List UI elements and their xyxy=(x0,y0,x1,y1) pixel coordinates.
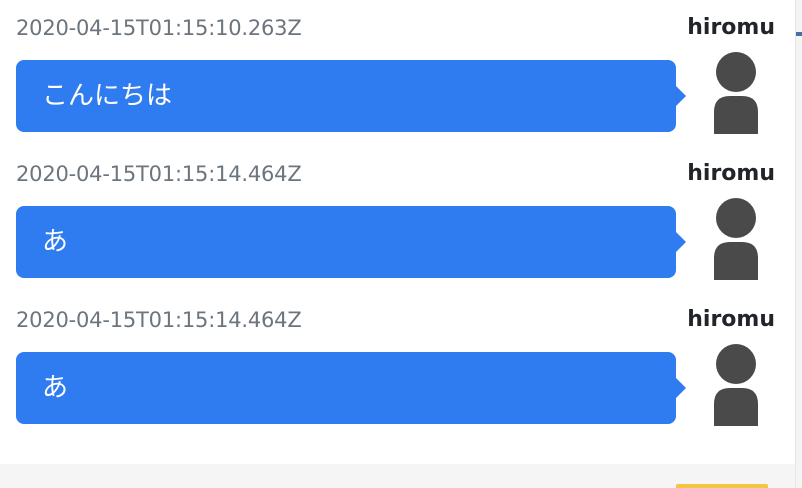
message-timestamp: 2020-04-15T01:15:14.464Z xyxy=(16,308,302,332)
message-timestamp: 2020-04-15T01:15:10.263Z xyxy=(16,16,302,40)
bubble-tail xyxy=(676,232,686,252)
message-bubble: あ xyxy=(16,352,676,424)
chat-message-list: 2020-04-15T01:15:10.263Z hiromu こんにちは 20… xyxy=(0,0,795,464)
bubble-tail xyxy=(676,86,686,106)
message-username: hiromu xyxy=(687,161,775,186)
bottom-accent xyxy=(676,484,768,488)
message-bubble: こんにちは xyxy=(16,60,676,132)
message-bubble: あ xyxy=(16,206,676,278)
user-avatar-icon xyxy=(710,52,762,134)
scrollbar-thumb[interactable] xyxy=(796,32,802,36)
message-username: hiromu xyxy=(687,15,775,40)
bubble-tail xyxy=(676,378,686,398)
user-avatar-icon xyxy=(710,198,762,280)
user-avatar-icon xyxy=(710,344,762,426)
message-timestamp: 2020-04-15T01:15:14.464Z xyxy=(16,162,302,186)
message-username: hiromu xyxy=(687,307,775,332)
scrollbar-track[interactable] xyxy=(795,0,802,488)
chat-message: 2020-04-15T01:15:14.464Z hiromu あ xyxy=(0,146,795,286)
chat-message: 2020-04-15T01:15:14.464Z hiromu あ xyxy=(0,292,795,432)
chat-message: 2020-04-15T01:15:10.263Z hiromu こんにちは xyxy=(0,0,795,140)
